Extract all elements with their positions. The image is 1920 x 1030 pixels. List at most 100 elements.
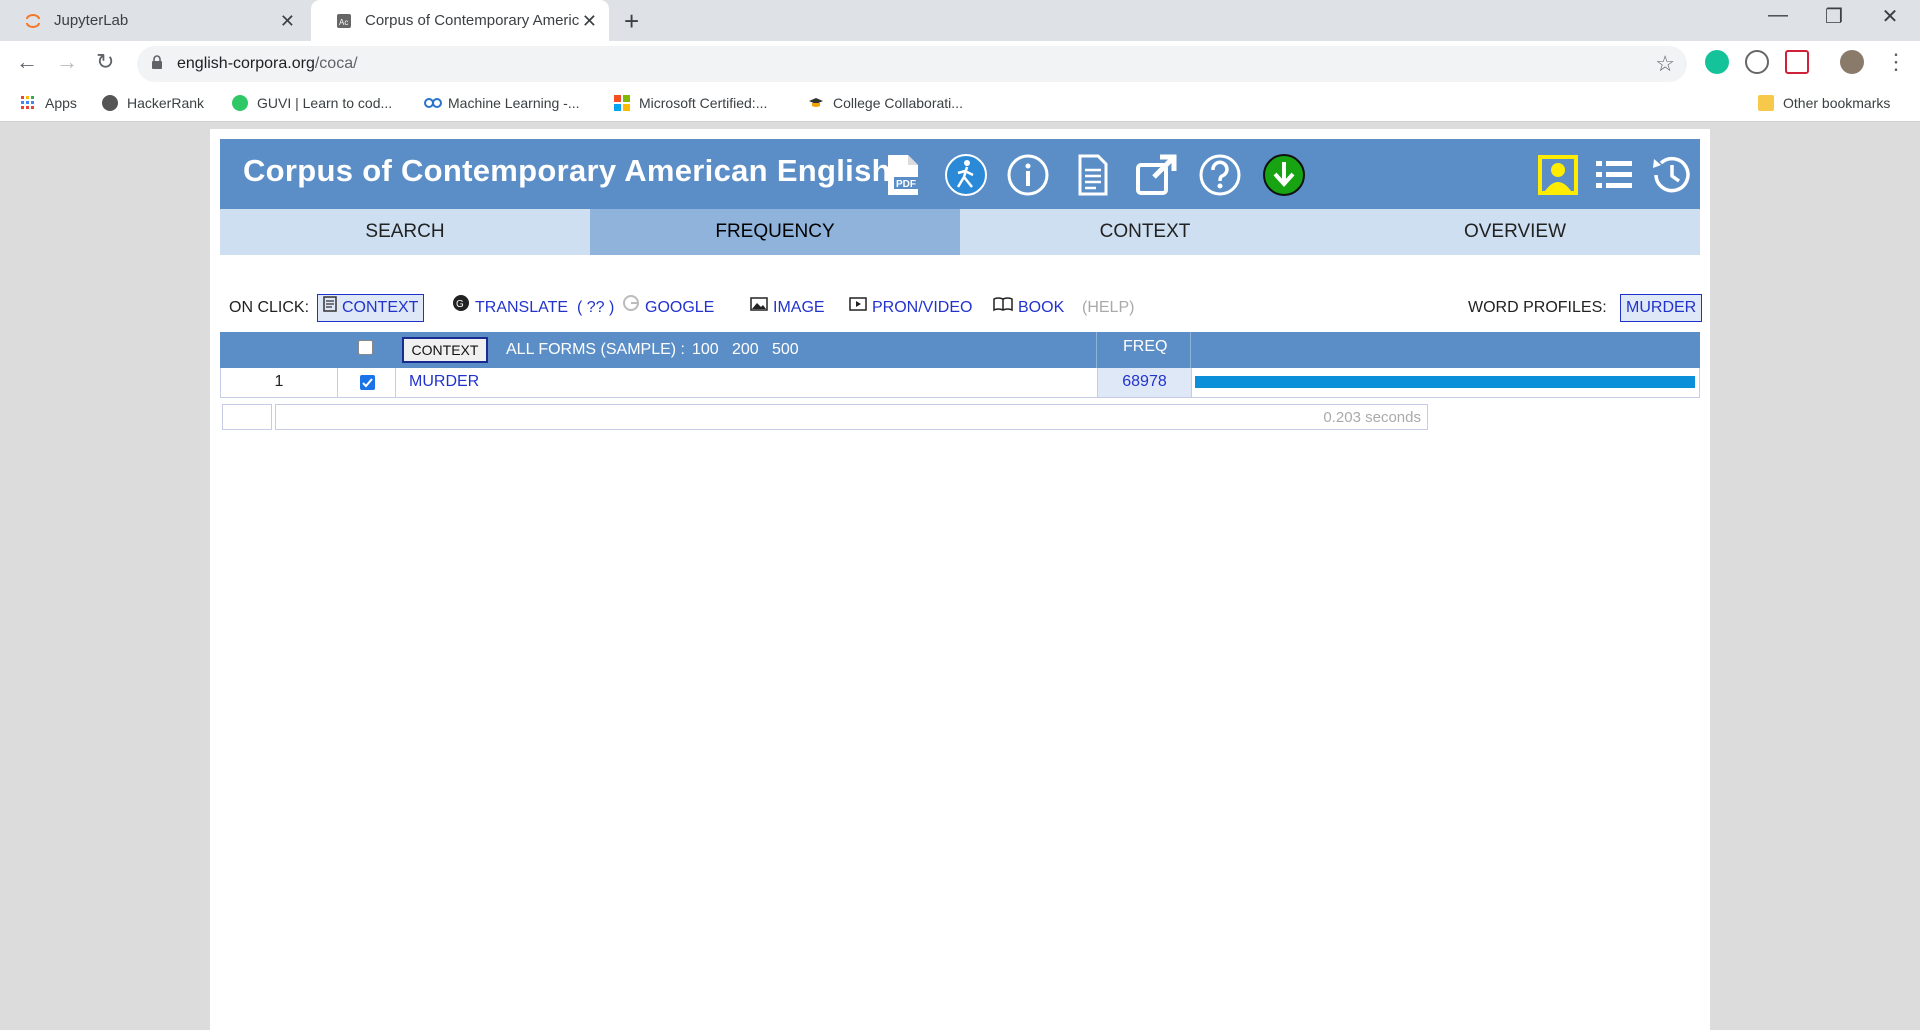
bookmark-guvi[interactable]: GUVI | Learn to cod...	[232, 95, 392, 111]
site-header: Corpus of Contemporary American English …	[220, 139, 1700, 209]
grammarly-icon[interactable]	[1705, 50, 1729, 74]
sample-100-link[interactable]: 100	[692, 341, 719, 359]
restore-icon[interactable]: ❐	[1806, 4, 1862, 29]
tab-search[interactable]: SEARCH	[220, 209, 590, 255]
coca-favicon-icon: Ac	[335, 12, 353, 30]
tab-title: Corpus of Contemporary Americ	[365, 12, 580, 29]
word-profiles-label: WORD PROFILES:	[1468, 299, 1607, 316]
browser-toolbar: ← → ↻ english-corpora.org/coca/ ☆ ⋮	[0, 41, 1920, 87]
image-option[interactable]: IMAGE	[750, 294, 825, 322]
bookmarks-bar: Apps HackerRank GUVI | Learn to cod... M…	[0, 87, 1920, 122]
external-link-icon[interactable]	[1134, 153, 1178, 197]
book-icon	[993, 294, 1013, 322]
main-nav-tabs: SEARCH FREQUENCY CONTEXT OVERVIEW	[220, 209, 1700, 255]
tab-frequency[interactable]: FREQUENCY	[590, 209, 960, 255]
video-icon	[849, 294, 867, 322]
pron-video-option[interactable]: PRON/VIDEO	[849, 294, 972, 322]
tab-context[interactable]: CONTEXT	[960, 209, 1330, 255]
avatar[interactable]	[1840, 50, 1864, 74]
google-icon	[622, 294, 640, 322]
query-time: 0.203 seconds	[1323, 409, 1421, 426]
divider	[1190, 332, 1191, 368]
freq-header[interactable]: FREQ	[1123, 338, 1167, 356]
bookmark-star-icon[interactable]: ☆	[1655, 51, 1675, 77]
rank-cell: 1	[274, 373, 284, 390]
tour-icon[interactable]	[944, 153, 988, 197]
bookmark-machine-learning[interactable]: Machine Learning -...	[423, 95, 580, 111]
help-link[interactable]: (HELP)	[1082, 294, 1134, 322]
footer-time-cell: 0.203 seconds	[275, 404, 1428, 430]
list-icon[interactable]	[1592, 153, 1636, 197]
divider	[395, 368, 396, 397]
jupyter-icon	[24, 12, 42, 30]
select-all-checkbox[interactable]	[358, 340, 373, 355]
sample-500-link[interactable]: 500	[772, 341, 799, 359]
tab-overview[interactable]: OVERVIEW	[1330, 209, 1700, 255]
pocket-icon[interactable]	[1785, 50, 1809, 74]
info-icon[interactable]	[1006, 153, 1050, 197]
on-click-label: ON CLICK:	[229, 299, 310, 316]
bookmark-microsoft[interactable]: Microsoft Certified:...	[614, 95, 767, 111]
coursera-icon	[423, 95, 442, 111]
freq-value[interactable]: 68978	[1098, 368, 1191, 397]
bookmark-college[interactable]: College Collaborati...	[808, 95, 963, 111]
extension-icon[interactable]	[1745, 50, 1769, 74]
back-icon[interactable]: ←	[16, 49, 38, 75]
history-icon[interactable]	[1648, 153, 1692, 197]
browser-tab-strip: JupyterLab ✕ Ac Corpus of Contemporary A…	[0, 0, 1920, 41]
context-option[interactable]: CONTEXT	[317, 294, 425, 322]
pdf-icon[interactable]: PDF	[880, 153, 924, 197]
tab-title: JupyterLab	[54, 12, 129, 29]
document-icon[interactable]	[1070, 153, 1114, 197]
reload-icon[interactable]: ↻	[96, 49, 114, 75]
globe-icon	[102, 95, 118, 111]
word-profile-button[interactable]: MURDER	[1620, 294, 1703, 322]
svg-text:G: G	[456, 299, 464, 310]
tab-coca[interactable]: Ac Corpus of Contemporary Americ ✕	[311, 0, 609, 41]
footer-cell	[222, 404, 272, 430]
frequency-bar	[1195, 376, 1695, 388]
divider	[1096, 332, 1097, 368]
apps-grid-icon	[20, 95, 36, 111]
word-link[interactable]: MURDER	[409, 368, 479, 397]
tab-jupyterlab[interactable]: JupyterLab ✕	[0, 0, 307, 41]
close-window-icon[interactable]: ✕	[1862, 4, 1918, 29]
bookmark-hackerrank[interactable]: HackerRank	[102, 95, 204, 111]
user-profile-icon[interactable]	[1536, 153, 1580, 197]
svg-text:Ac: Ac	[339, 18, 348, 27]
site-title: Corpus of Contemporary American English	[243, 153, 891, 188]
bookmark-apps[interactable]: Apps	[20, 95, 77, 111]
minimize-icon[interactable]: —	[1750, 4, 1806, 27]
menu-dots-icon[interactable]: ⋮	[1885, 49, 1907, 75]
results-footer: 0.203 seconds	[220, 404, 1700, 430]
row-checkbox[interactable]	[360, 375, 375, 390]
help-icon[interactable]	[1198, 153, 1242, 197]
address-bar[interactable]: english-corpora.org/coca/ ☆	[137, 46, 1687, 82]
url-text: english-corpora.org/coca/	[177, 55, 358, 72]
page-content: Corpus of Contemporary American English …	[210, 129, 1710, 1030]
close-tab-icon[interactable]: ✕	[280, 11, 295, 32]
table-row: 1 MURDER 68978	[220, 368, 1700, 398]
context-button[interactable]: CONTEXT	[402, 337, 488, 363]
translate-option[interactable]: G TRANSLATE ( ?? )	[452, 294, 614, 322]
all-forms-label: ALL FORMS (SAMPLE) :	[506, 341, 685, 358]
book-option[interactable]: BOOK	[993, 294, 1064, 322]
svg-text:PDF: PDF	[896, 179, 916, 190]
close-tab-icon[interactable]: ✕	[582, 11, 597, 32]
new-tab-icon[interactable]: +	[624, 6, 639, 37]
sample-200-link[interactable]: 200	[732, 341, 759, 359]
forward-icon[interactable]: →	[56, 49, 78, 75]
document-icon	[323, 294, 337, 322]
bookmark-other[interactable]: Other bookmarks	[1758, 95, 1890, 111]
download-icon[interactable]	[1262, 153, 1306, 197]
translate-help[interactable]: ( ?? )	[577, 294, 614, 322]
graduation-cap-icon	[808, 95, 824, 111]
on-click-options: ON CLICK: CONTEXT G TRANSLATE ( ?? ) GOO…	[229, 294, 1703, 322]
divider	[337, 368, 338, 397]
microsoft-icon	[614, 95, 630, 111]
google-option[interactable]: GOOGLE	[622, 294, 714, 322]
results-header: CONTEXT ALL FORMS (SAMPLE) : 100 200 500…	[220, 332, 1700, 368]
results-table: CONTEXT ALL FORMS (SAMPLE) : 100 200 500…	[220, 332, 1700, 398]
divider	[1191, 368, 1192, 397]
translate-icon: G	[452, 294, 470, 322]
